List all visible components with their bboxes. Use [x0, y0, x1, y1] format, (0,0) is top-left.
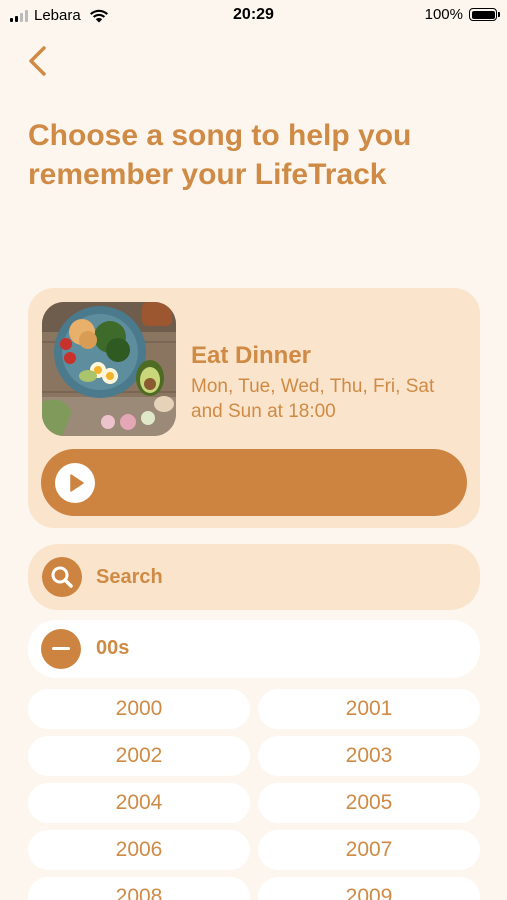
chevron-left-icon	[29, 46, 46, 76]
status-right: 100%	[424, 6, 500, 23]
year-button-2005[interactable]: 2005	[258, 783, 480, 823]
year-button-2008[interactable]: 2008	[28, 877, 250, 900]
year-button-2007[interactable]: 2007	[258, 830, 480, 870]
year-button-2002[interactable]: 2002	[28, 736, 250, 776]
search-bar[interactable]: Search	[28, 544, 480, 610]
play-bar[interactable]	[41, 449, 467, 516]
battery-percentage: 100%	[424, 6, 463, 23]
food-photo-icon	[42, 302, 176, 436]
year-button-2006[interactable]: 2006	[28, 830, 250, 870]
year-button-2003[interactable]: 2003	[258, 736, 480, 776]
status-bar: Lebara 20:29 100%	[0, 0, 507, 30]
year-button-2009[interactable]: 2009	[258, 877, 480, 900]
year-button-2000[interactable]: 2000	[28, 689, 250, 729]
decade-label: 00s	[96, 637, 130, 659]
back-button[interactable]	[22, 42, 58, 82]
track-name: Eat Dinner	[191, 342, 312, 369]
track-schedule: Mon, Tue, Wed, Thu, Fri, Sat and Sun at …	[191, 376, 435, 422]
year-button-2001[interactable]: 2001	[258, 689, 480, 729]
play-button[interactable]	[55, 463, 95, 503]
collapse-button[interactable]	[41, 629, 81, 669]
battery-icon	[469, 8, 500, 21]
year-button-2004[interactable]: 2004	[28, 783, 250, 823]
track-image	[42, 302, 176, 436]
search-icon	[51, 566, 73, 588]
search-label: Search	[96, 566, 163, 588]
minus-icon	[52, 647, 70, 650]
search-button[interactable]	[42, 557, 82, 597]
page-title: Choose a song to help you remember your …	[28, 119, 412, 191]
decade-header-00s[interactable]: 00s	[28, 620, 480, 678]
play-icon	[70, 474, 84, 492]
track-card: Eat Dinner Mon, Tue, Wed, Thu, Fri, Sat …	[28, 288, 480, 528]
